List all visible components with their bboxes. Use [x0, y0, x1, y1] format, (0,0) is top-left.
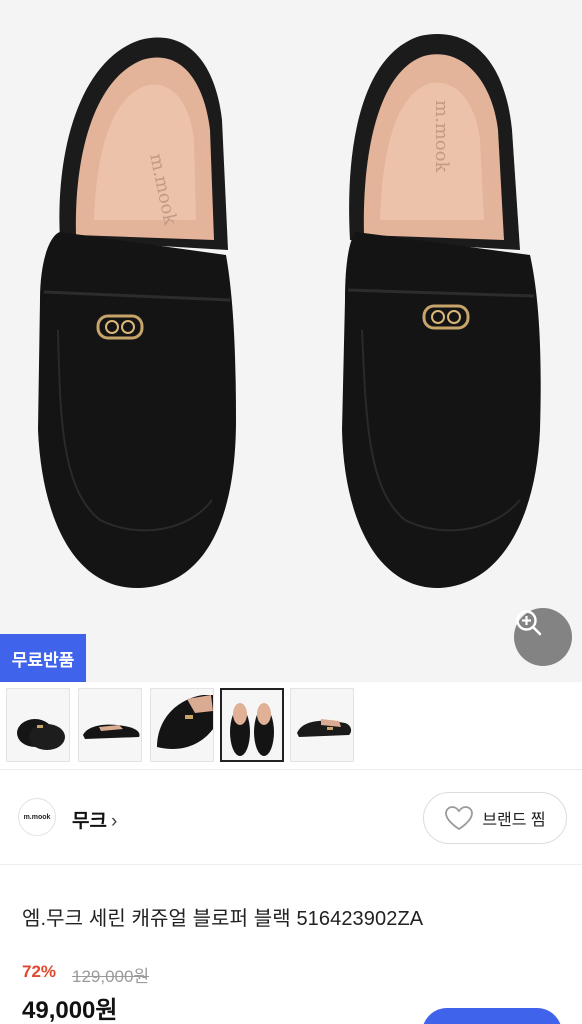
thumbnail-image: [230, 703, 274, 756]
brand-name-link[interactable]: 무크 ›: [72, 806, 117, 833]
thumbnail-strip: [0, 682, 582, 770]
brand-name: 무크: [72, 811, 107, 832]
thumbnail-item[interactable]: [150, 688, 214, 762]
left-shoe: m.mook: [38, 37, 236, 589]
product-main-image[interactable]: m.mook m.mook 무료반품: [0, 0, 582, 682]
heart-icon: [445, 806, 474, 831]
product-title: 엠.무크 세린 캐쥬얼 블로퍼 블랙 516423902ZA: [22, 908, 424, 930]
brand-logo[interactable]: m.mook: [18, 798, 56, 836]
thumbnail-item[interactable]: [290, 688, 354, 762]
thumbnail-image: [157, 695, 213, 749]
purchase-button[interactable]: [422, 1008, 562, 1024]
chevron-right-icon: ›: [110, 811, 118, 832]
brand-like-button[interactable]: 브랜드 찜: [423, 792, 567, 844]
thumbnail-image: [297, 719, 352, 737]
insole-logo-right: m.mook: [431, 100, 452, 174]
free-return-badge: 무료반품: [0, 634, 86, 682]
original-price: 129,000원: [72, 967, 150, 986]
brand-like-label: 브랜드 찜: [482, 812, 546, 829]
shoe-pair-illustration: m.mook m.mook: [38, 34, 541, 589]
zoom-button[interactable]: [514, 608, 572, 666]
thumbnail-item-selected[interactable]: [220, 688, 284, 762]
zoom-in-icon: [516, 610, 542, 636]
discount-rate: 72%: [22, 962, 57, 981]
thumbnail-item[interactable]: [6, 688, 70, 762]
thumbnail-item[interactable]: [78, 688, 142, 762]
right-shoe: m.mook: [342, 34, 541, 589]
thumbnail-image: [83, 724, 140, 739]
brand-row: m.mook 무크 › 브랜드 찜: [0, 771, 582, 865]
sale-price: 49,000원: [22, 997, 118, 1024]
thumbnail-image: [17, 719, 65, 750]
